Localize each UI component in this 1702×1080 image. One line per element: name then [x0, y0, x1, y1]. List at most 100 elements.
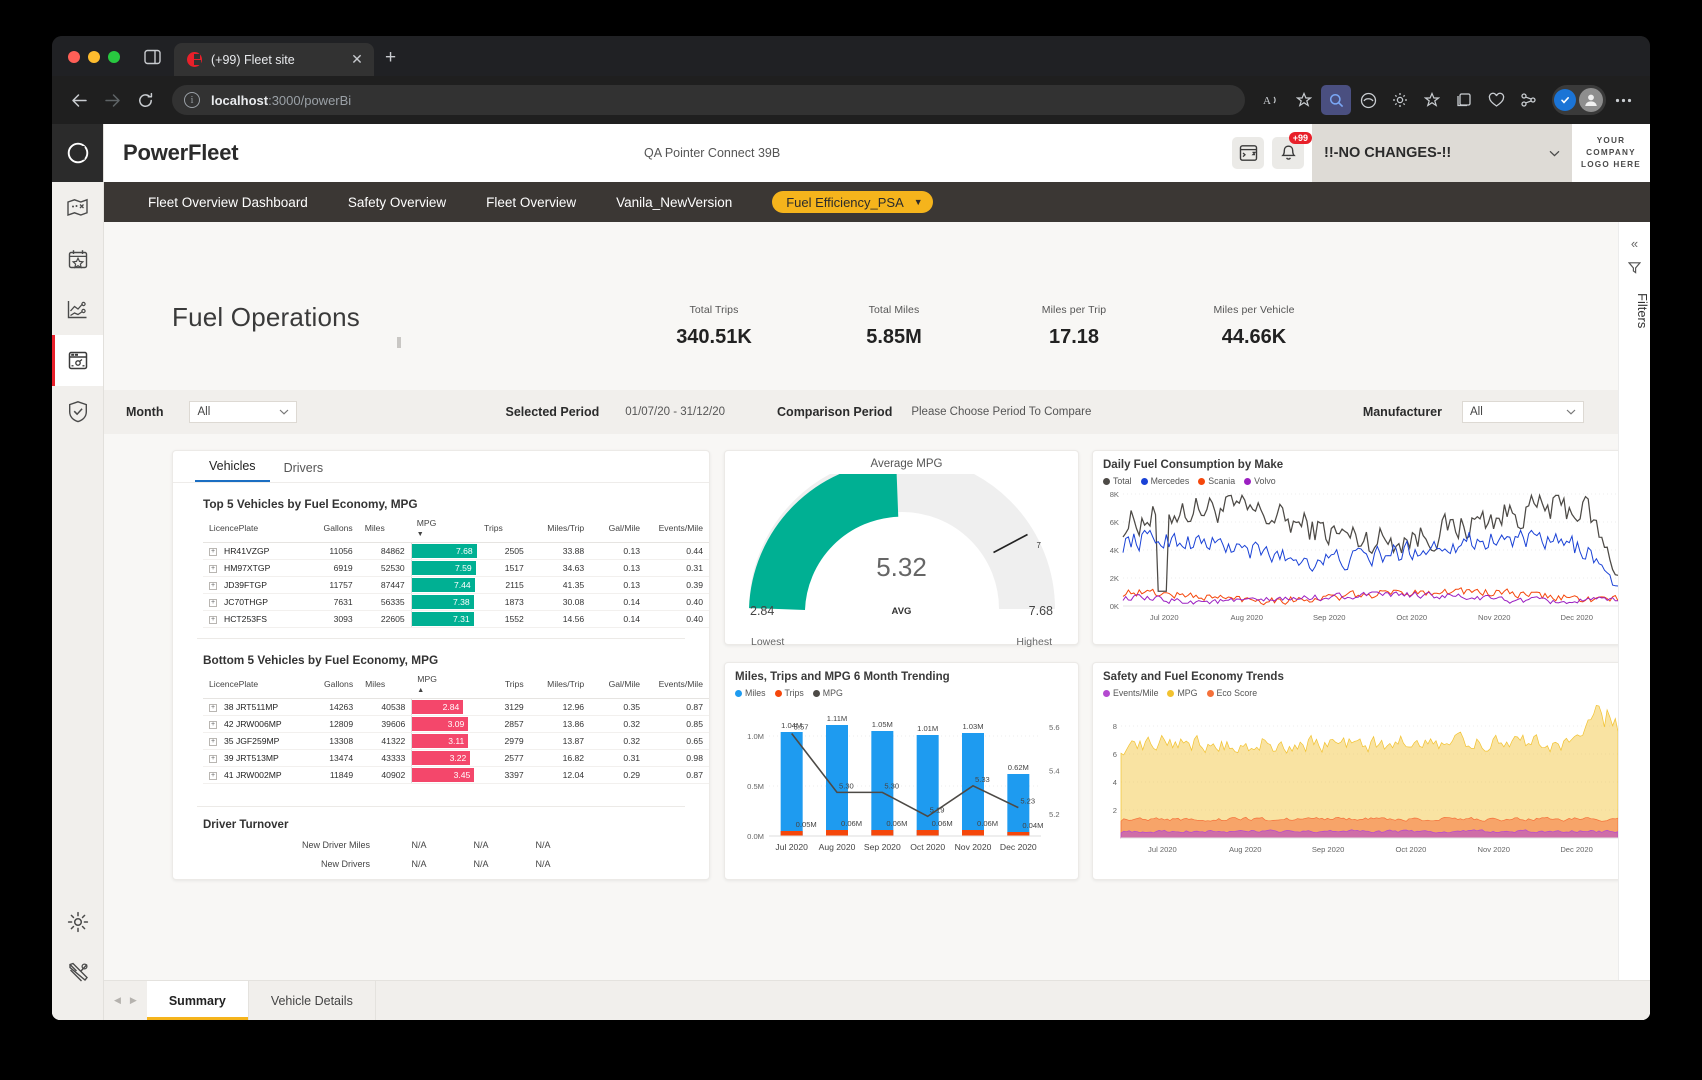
legend-item-eco-score[interactable]: Eco Score — [1207, 688, 1258, 698]
settings-gear-icon[interactable] — [1385, 85, 1415, 115]
th-mpg[interactable]: MPG▼ — [411, 516, 478, 543]
manufacturer-filter-select[interactable]: All — [1462, 401, 1584, 423]
sidebar-item-dashboards[interactable] — [52, 335, 103, 386]
back-button[interactable] — [64, 85, 94, 115]
split-screen-icon[interactable] — [1513, 85, 1543, 115]
add-favorite-icon[interactable] — [1289, 85, 1319, 115]
reload-button[interactable] — [130, 85, 160, 115]
expand-row-icon[interactable]: + — [209, 616, 217, 624]
console-icon[interactable] — [1232, 137, 1264, 169]
table-row[interactable]: +41 JRW002MP11849409023.45339712.040.290… — [203, 767, 709, 784]
sidebar-item-tools[interactable] — [52, 947, 104, 998]
close-tab-icon[interactable]: ✕ — [348, 51, 366, 68]
legend-item-mercedes[interactable]: Mercedes — [1141, 476, 1190, 486]
nav-tab-vanila-newversion[interactable]: Vanila_NewVersion — [596, 195, 752, 210]
nav-tab-fleet-overview-dashboard[interactable]: Fleet Overview Dashboard — [128, 195, 328, 210]
legend-item-volvo[interactable]: Volvo — [1244, 476, 1276, 486]
th-gallons[interactable]: Gallons — [304, 516, 359, 543]
line-total[interactable] — [1123, 495, 1618, 591]
th-gal-per-mile[interactable]: Gal/Mile — [590, 516, 646, 543]
profile-chip[interactable] — [1552, 85, 1606, 115]
th-licence-plate[interactable]: LicencePlate — [203, 516, 304, 543]
sidebar-item-analytics[interactable] — [52, 284, 103, 335]
collections-icon[interactable] — [1449, 85, 1479, 115]
legend-item-scania[interactable]: Scania — [1198, 476, 1235, 486]
bar-trips[interactable] — [826, 830, 848, 836]
page-tab-vehicle-details[interactable]: Vehicle Details — [249, 981, 376, 1020]
expand-row-icon[interactable]: + — [209, 772, 217, 780]
nav-tab-fleet-overview[interactable]: Fleet Overview — [466, 195, 596, 210]
legend-item-mpg[interactable]: MPG — [1167, 688, 1197, 698]
bar-trips[interactable] — [871, 830, 893, 836]
legend-item-miles[interactable]: Miles — [735, 688, 766, 698]
table-row[interactable]: +39 JRT513MP13474433333.22257716.820.310… — [203, 750, 709, 767]
bar-trips[interactable] — [962, 830, 984, 836]
address-bar[interactable]: i localhost:3000/powerBi — [172, 85, 1245, 115]
legend-item-events-per-mile[interactable]: Events/Mile — [1103, 688, 1158, 698]
close-window-button[interactable] — [68, 51, 80, 63]
expand-row-icon[interactable]: + — [209, 582, 217, 590]
sidebar-item-map[interactable] — [52, 182, 103, 233]
table-row[interactable]: +HCT253FS3093226057.31155214.560.140.40 — [203, 611, 709, 628]
more-options-icon[interactable] — [1608, 85, 1638, 115]
th-miles[interactable]: Miles — [359, 672, 411, 699]
th-miles-per-trip[interactable]: Miles/Trip — [530, 516, 590, 543]
expand-row-icon[interactable]: + — [209, 721, 217, 729]
line-volvo[interactable] — [1123, 592, 1618, 604]
expand-row-icon[interactable]: + — [209, 599, 217, 607]
favorites-icon[interactable] — [1417, 85, 1447, 115]
table-row[interactable]: +42 JRW006MP12809396063.09285713.860.320… — [203, 716, 709, 733]
collapse-filters-icon[interactable]: « — [1619, 222, 1650, 251]
comparison-period-value[interactable]: Please Choose Period To Compare — [911, 406, 1091, 418]
tab-vehicles[interactable]: Vehicles — [195, 459, 270, 482]
expand-row-icon[interactable]: + — [209, 565, 217, 573]
maximize-window-button[interactable] — [108, 51, 120, 63]
th-trips[interactable]: Trips — [478, 672, 530, 699]
sidebar-item-settings[interactable] — [52, 896, 104, 947]
th-miles[interactable]: Miles — [359, 516, 411, 543]
th-trips[interactable]: Trips — [478, 516, 530, 543]
th-gallons[interactable]: Gallons — [304, 672, 359, 699]
line-scania[interactable] — [1123, 588, 1618, 605]
expand-row-icon[interactable]: + — [209, 755, 217, 763]
legend-item-mpg[interactable]: MPG — [813, 688, 843, 698]
nav-tab-safety-overview[interactable]: Safety Overview — [328, 195, 466, 210]
search-icon[interactable] — [1321, 85, 1351, 115]
table-row[interactable]: +HR41VZGP11056848627.68250533.880.130.44 — [203, 543, 709, 560]
next-page-icon[interactable]: ▶ — [130, 995, 137, 1006]
th-miles-per-trip[interactable]: Miles/Trip — [530, 672, 590, 699]
expand-row-icon[interactable]: + — [209, 738, 217, 746]
account-selector[interactable]: !!-NO CHANGES-!! — [1312, 124, 1572, 182]
expand-row-icon[interactable]: + — [209, 548, 217, 556]
page-tab-summary[interactable]: Summary — [147, 981, 249, 1020]
prev-page-icon[interactable]: ◀ — [114, 995, 121, 1006]
sidebar-item-scheduled-reports[interactable] — [52, 233, 103, 284]
th-events-per-mile[interactable]: Events/Mile — [646, 516, 709, 543]
legend-item-trips[interactable]: Trips — [775, 688, 804, 698]
new-tab-icon[interactable]: + — [385, 47, 396, 69]
th-licence-plate[interactable]: LicencePlate — [203, 672, 304, 699]
app-logo-icon[interactable] — [52, 124, 103, 182]
table-row[interactable]: +38 JRT511MP14263405382.84312912.960.350… — [203, 699, 709, 716]
browser-tab[interactable]: (+99) Fleet site ✕ — [174, 43, 374, 76]
browser-sidebar-toggle-icon[interactable] — [138, 43, 166, 71]
th-mpg[interactable]: MPG▲ — [411, 672, 477, 699]
table-row[interactable]: +JD39FTGP11757874477.44211541.350.130.39 — [203, 577, 709, 594]
notifications-bell-icon[interactable]: +99 — [1272, 137, 1304, 169]
expand-row-icon[interactable]: + — [209, 704, 217, 712]
minimize-window-button[interactable] — [88, 51, 100, 63]
bar-trips[interactable] — [1007, 832, 1029, 836]
month-filter-select[interactable]: All — [189, 401, 297, 423]
bar-trips[interactable] — [917, 830, 939, 836]
copilot-icon[interactable] — [1353, 85, 1383, 115]
browser-essentials-icon[interactable] — [1481, 85, 1511, 115]
table-row[interactable]: +JC70THGP7631563357.38187330.080.140.40 — [203, 594, 709, 611]
sidebar-item-compliance[interactable] — [52, 386, 103, 437]
read-aloud-icon[interactable]: A — [1257, 85, 1287, 115]
funnel-icon[interactable] — [1619, 261, 1650, 279]
table-row[interactable]: +HM97XTGP6919525307.59151734.630.130.31 — [203, 560, 709, 577]
tab-drivers[interactable]: Drivers — [270, 461, 338, 482]
table-row[interactable]: +35 JGF259MP13308413223.11297913.870.320… — [203, 733, 709, 750]
bar-trips[interactable] — [781, 831, 803, 836]
forward-button[interactable] — [97, 85, 127, 115]
